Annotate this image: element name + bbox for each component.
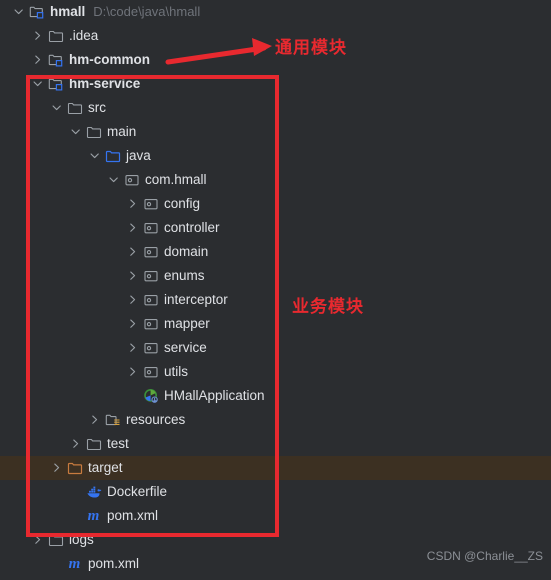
package-icon: [123, 172, 140, 188]
tree-row-label: utils: [164, 364, 189, 379]
tree-row-com-hmall[interactable]: com.hmall: [0, 168, 551, 192]
tree-row-hm-service[interactable]: hm-service: [0, 72, 551, 96]
tree-row-utils[interactable]: utils: [0, 360, 551, 384]
module-folder-icon: [47, 52, 64, 68]
tree-row-resources[interactable]: resources: [0, 408, 551, 432]
maven-icon: m: [68, 556, 81, 572]
tree-row-label: interceptor: [164, 292, 228, 307]
chevron-down-icon[interactable]: [88, 149, 102, 163]
tree-row-label: enums: [164, 268, 205, 283]
tree-row-label: resources: [126, 412, 186, 427]
chevron-down-icon[interactable]: [69, 125, 83, 139]
tree-row-label: com.hmall: [145, 172, 207, 187]
common-module-annotation-label: 通用模块: [275, 38, 347, 58]
chevron-right-icon[interactable]: [126, 269, 140, 283]
package-icon: [142, 268, 159, 284]
tree-row-label: HMallApplication: [164, 388, 265, 403]
package-icon: [142, 316, 159, 332]
module-folder-icon: [47, 76, 64, 92]
watermark-text: CSDN @Charlie__ZS: [426, 549, 543, 563]
resources-folder-icon: [104, 412, 121, 428]
tree-row-label: controller: [164, 220, 220, 235]
folder-icon: [66, 100, 83, 116]
module-folder-icon: [28, 4, 45, 20]
tree-row-pom-xml-service[interactable]: m pom.xml: [0, 504, 551, 528]
chevron-right-icon[interactable]: [31, 53, 45, 67]
tree-row-config[interactable]: config: [0, 192, 551, 216]
tree-row-label: Dockerfile: [107, 484, 168, 499]
tree-row-dockerfile[interactable]: Dockerfile: [0, 480, 551, 504]
chevron-right-icon[interactable]: [69, 437, 83, 451]
tree-row-label: target: [88, 460, 123, 475]
tree-row-label: hmall: [50, 4, 86, 19]
chevron-down-icon[interactable]: [107, 173, 121, 187]
chevron-right-icon[interactable]: [126, 293, 140, 307]
chevron-down-icon[interactable]: [50, 101, 64, 115]
tree-row-domain[interactable]: domain: [0, 240, 551, 264]
package-icon: [142, 196, 159, 212]
tree-row-label: service: [164, 340, 207, 355]
docker-icon: [85, 484, 102, 500]
chevron-right-icon[interactable]: [126, 317, 140, 331]
maven-icon: m: [87, 508, 100, 524]
tree-row-label: pom.xml: [107, 508, 159, 523]
chevron-right-icon[interactable]: [126, 341, 140, 355]
tree-row-label: main: [107, 124, 137, 139]
tree-row-label: pom.xml: [88, 556, 140, 571]
tree-row-label: src: [88, 100, 106, 115]
tree-row-src[interactable]: src: [0, 96, 551, 120]
folder-icon: [85, 124, 102, 140]
tree-row-service[interactable]: service: [0, 336, 551, 360]
tree-row-label: test: [107, 436, 129, 451]
chevron-right-icon[interactable]: [126, 365, 140, 379]
package-icon: [142, 340, 159, 356]
folder-icon: [47, 28, 64, 44]
tree-row-label: logs: [69, 532, 94, 547]
tree-row-java[interactable]: java: [0, 144, 551, 168]
package-icon: [142, 364, 159, 380]
tree-row-label: hm-common: [69, 52, 150, 67]
tree-row-enums[interactable]: enums: [0, 264, 551, 288]
tree-row-label: hm-service: [69, 76, 141, 91]
tree-row-label: mapper: [164, 316, 210, 331]
folder-icon: [47, 532, 64, 548]
tree-row-target[interactable]: target: [0, 456, 551, 480]
chevron-right-icon[interactable]: [50, 461, 64, 475]
package-icon: [142, 292, 159, 308]
chevron-right-icon[interactable]: [126, 245, 140, 259]
chevron-down-icon[interactable]: [31, 77, 45, 91]
tree-row-interceptor[interactable]: interceptor: [0, 288, 551, 312]
tree-row-controller[interactable]: controller: [0, 216, 551, 240]
chevron-right-icon[interactable]: [88, 413, 102, 427]
tree-row-label: domain: [164, 244, 209, 259]
chevron-right-icon[interactable]: [126, 221, 140, 235]
tree-row-label: .idea: [69, 28, 99, 43]
tree-row-path: D:\code\java\hmall: [93, 4, 201, 19]
chevron-right-icon[interactable]: [126, 197, 140, 211]
package-icon: [142, 220, 159, 236]
spring-boot-class-icon: [142, 388, 159, 404]
chevron-right-icon[interactable]: [31, 533, 45, 547]
chevron-down-icon[interactable]: [12, 5, 26, 19]
tree-row-main[interactable]: main: [0, 120, 551, 144]
business-module-annotation-label: 业务模块: [292, 297, 364, 317]
tree-row-mapper[interactable]: mapper: [0, 312, 551, 336]
tree-row-label: java: [126, 148, 151, 163]
folder-icon: [85, 436, 102, 452]
package-icon: [142, 244, 159, 260]
tree-row-hmallapplication[interactable]: HMallApplication: [0, 384, 551, 408]
chevron-right-icon[interactable]: [31, 29, 45, 43]
project-tree[interactable]: hmall D:\code\java\hmall .idea hm-common hm-…: [0, 0, 551, 580]
excluded-folder-icon: [66, 460, 83, 476]
source-folder-icon: [104, 148, 121, 164]
tree-row-label: config: [164, 196, 201, 211]
tree-row-test[interactable]: test: [0, 432, 551, 456]
tree-row-hmall[interactable]: hmall D:\code\java\hmall: [0, 0, 551, 24]
